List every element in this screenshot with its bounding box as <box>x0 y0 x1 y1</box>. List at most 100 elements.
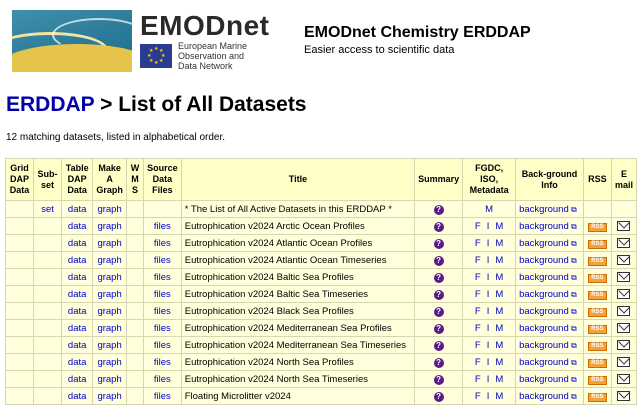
tabledap-data-link[interactable]: data <box>68 357 87 368</box>
envelope-icon[interactable] <box>617 288 631 299</box>
iso-link[interactable]: I <box>487 357 490 368</box>
question-icon[interactable]: ? <box>433 289 444 300</box>
tabledap-data-link[interactable]: data <box>68 221 87 232</box>
source-files-link[interactable]: files <box>154 289 171 300</box>
envelope-icon[interactable] <box>617 220 631 231</box>
make-graph-link[interactable]: graph <box>97 323 121 334</box>
envelope-icon[interactable] <box>617 305 631 316</box>
fgdc-link[interactable]: F <box>475 272 481 283</box>
tabledap-data-link[interactable]: data <box>68 289 87 300</box>
make-graph-link[interactable]: graph <box>97 340 121 351</box>
rss-icon[interactable]: RSS <box>588 393 607 402</box>
question-icon[interactable]: ? <box>433 357 444 368</box>
rss-icon[interactable]: RSS <box>588 257 607 266</box>
rss-icon[interactable]: RSS <box>588 325 607 334</box>
make-graph-link[interactable]: graph <box>97 289 121 300</box>
tabledap-data-link[interactable]: data <box>68 391 87 402</box>
iso-link[interactable]: I <box>487 221 490 232</box>
fgdc-link[interactable]: F <box>475 221 481 232</box>
make-graph-link[interactable]: graph <box>97 272 121 283</box>
make-graph-link[interactable]: graph <box>97 374 121 385</box>
iso-link[interactable]: I <box>487 306 490 317</box>
envelope-icon[interactable] <box>617 237 631 248</box>
emodnet-logo[interactable] <box>12 10 132 72</box>
question-icon[interactable]: ? <box>433 221 444 232</box>
envelope-icon[interactable] <box>617 373 631 384</box>
question-icon[interactable]: ? <box>433 255 444 266</box>
background-info-link[interactable]: background <box>519 357 569 368</box>
fgdc-link[interactable]: F <box>475 289 481 300</box>
metadata-link[interactable]: M <box>495 391 503 402</box>
metadata-link[interactable]: M <box>485 204 493 215</box>
erddap-home-link[interactable]: ERDDAP <box>6 93 94 116</box>
question-icon[interactable]: ? <box>433 391 444 402</box>
envelope-icon[interactable] <box>617 322 631 333</box>
envelope-icon[interactable] <box>617 254 631 265</box>
rss-icon[interactable]: RSS <box>588 342 607 351</box>
rss-icon[interactable]: RSS <box>588 240 607 249</box>
make-graph-link[interactable]: graph <box>97 357 121 368</box>
fgdc-link[interactable]: F <box>475 238 481 249</box>
fgdc-link[interactable]: F <box>475 340 481 351</box>
source-files-link[interactable]: files <box>154 238 171 249</box>
iso-link[interactable]: I <box>487 391 490 402</box>
envelope-icon[interactable] <box>617 339 631 350</box>
metadata-link[interactable]: M <box>495 306 503 317</box>
metadata-link[interactable]: M <box>495 289 503 300</box>
background-info-link[interactable]: background <box>519 374 569 385</box>
question-icon[interactable]: ? <box>433 238 444 249</box>
background-info-link[interactable]: background <box>519 272 569 283</box>
tabledap-data-link[interactable]: data <box>68 272 87 283</box>
source-files-link[interactable]: files <box>154 272 171 283</box>
envelope-icon[interactable] <box>617 390 631 401</box>
rss-icon[interactable]: RSS <box>588 291 607 300</box>
iso-link[interactable]: I <box>487 272 490 283</box>
tabledap-data-link[interactable]: data <box>68 204 87 215</box>
source-files-link[interactable]: files <box>154 221 171 232</box>
make-graph-link[interactable]: graph <box>97 238 121 249</box>
fgdc-link[interactable]: F <box>475 306 481 317</box>
background-info-link[interactable]: background <box>519 221 569 232</box>
question-icon[interactable]: ? <box>433 323 444 334</box>
metadata-link[interactable]: M <box>495 272 503 283</box>
iso-link[interactable]: I <box>487 255 490 266</box>
iso-link[interactable]: I <box>487 323 490 334</box>
tabledap-data-link[interactable]: data <box>68 323 87 334</box>
source-files-link[interactable]: files <box>154 357 171 368</box>
iso-link[interactable]: I <box>487 340 490 351</box>
question-icon[interactable]: ? <box>433 340 444 351</box>
background-info-link[interactable]: background <box>519 340 569 351</box>
metadata-link[interactable]: M <box>495 323 503 334</box>
background-info-link[interactable]: background <box>519 204 569 215</box>
question-icon[interactable]: ? <box>433 272 444 283</box>
envelope-icon[interactable] <box>617 271 631 282</box>
background-info-link[interactable]: background <box>519 255 569 266</box>
fgdc-link[interactable]: F <box>475 255 481 266</box>
source-files-link[interactable]: files <box>154 391 171 402</box>
tabledap-data-link[interactable]: data <box>68 340 87 351</box>
envelope-icon[interactable] <box>617 356 631 367</box>
subset-link[interactable]: set <box>41 204 54 215</box>
metadata-link[interactable]: M <box>495 340 503 351</box>
iso-link[interactable]: I <box>487 238 490 249</box>
background-info-link[interactable]: background <box>519 289 569 300</box>
background-info-link[interactable]: background <box>519 391 569 402</box>
rss-icon[interactable]: RSS <box>588 308 607 317</box>
metadata-link[interactable]: M <box>495 357 503 368</box>
question-icon[interactable]: ? <box>433 374 444 385</box>
fgdc-link[interactable]: F <box>475 391 481 402</box>
rss-icon[interactable]: RSS <box>588 223 607 232</box>
metadata-link[interactable]: M <box>495 255 503 266</box>
metadata-link[interactable]: M <box>495 374 503 385</box>
question-icon[interactable]: ? <box>433 204 444 215</box>
fgdc-link[interactable]: F <box>475 323 481 334</box>
make-graph-link[interactable]: graph <box>97 204 121 215</box>
make-graph-link[interactable]: graph <box>97 391 121 402</box>
iso-link[interactable]: I <box>487 289 490 300</box>
rss-icon[interactable]: RSS <box>588 274 607 283</box>
source-files-link[interactable]: files <box>154 255 171 266</box>
source-files-link[interactable]: files <box>154 306 171 317</box>
background-info-link[interactable]: background <box>519 323 569 334</box>
tabledap-data-link[interactable]: data <box>68 255 87 266</box>
iso-link[interactable]: I <box>487 374 490 385</box>
